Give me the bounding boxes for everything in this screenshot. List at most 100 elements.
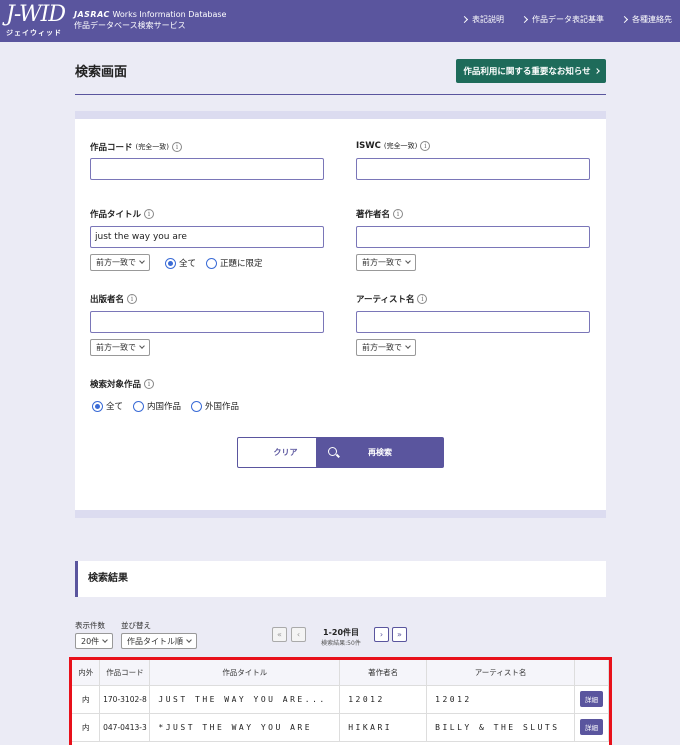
radio-target-foreign[interactable]: 外国作品 bbox=[191, 400, 239, 412]
chevron-right-icon bbox=[520, 15, 529, 24]
author-input[interactable] bbox=[356, 226, 590, 248]
publisher-input[interactable] bbox=[90, 311, 324, 333]
chevron-right-icon bbox=[460, 15, 469, 24]
work-code-input[interactable] bbox=[90, 158, 324, 180]
radio-unchecked-icon bbox=[133, 400, 145, 412]
chevron-down-icon bbox=[405, 258, 411, 264]
info-icon[interactable]: i bbox=[144, 379, 155, 389]
brand-line1: Works Information Database bbox=[112, 10, 227, 19]
cell-artist: 12012 bbox=[426, 685, 575, 714]
per-page-label: 表示件数 bbox=[75, 621, 105, 630]
work-title-label: 作品タイトル i bbox=[90, 208, 155, 220]
work-code-label: 作品コード (完全一致) i bbox=[90, 141, 182, 153]
chevron-right-icon bbox=[620, 15, 629, 24]
cell-work-title: *JUST THE WAY YOU ARE bbox=[149, 713, 341, 742]
table-row[interactable]: 内 170-3102-8 JUST THE WAY YOU ARE... 120… bbox=[72, 685, 610, 714]
chevron-down-icon bbox=[102, 636, 109, 643]
chevron-left-icon: ‹ bbox=[296, 630, 301, 639]
search-icon bbox=[328, 447, 337, 456]
double-chevron-left-icon: « bbox=[277, 630, 282, 639]
radio-title-all[interactable]: 全て bbox=[165, 257, 196, 269]
cell-origin: 内 bbox=[72, 685, 101, 714]
info-icon[interactable]: i bbox=[417, 294, 428, 304]
author-label: 著作者名 i bbox=[356, 208, 404, 220]
last-page-button[interactable]: » bbox=[392, 627, 407, 642]
col-work-title[interactable]: 作品タイトル bbox=[149, 660, 341, 686]
cell-work-title: JUST THE WAY YOU ARE... bbox=[149, 685, 341, 714]
artist-match-select[interactable]: 前方一致で bbox=[356, 339, 416, 356]
publisher-label: 出版者名 i bbox=[90, 293, 138, 305]
work-title-match-select[interactable]: 前方一致で bbox=[90, 254, 150, 271]
research-button[interactable]: 再検索 bbox=[316, 437, 444, 468]
iswc-label: ISWC (完全一致) i bbox=[356, 141, 431, 151]
cell-work-code: 047-0413-3 bbox=[99, 713, 151, 742]
radio-target-all[interactable]: 全て bbox=[92, 400, 123, 412]
page-title: 検索画面 bbox=[75, 65, 128, 80]
cell-author: 12012 bbox=[339, 685, 428, 714]
double-chevron-right-icon: » bbox=[397, 630, 402, 639]
publisher-match-select[interactable]: 前方一致で bbox=[90, 339, 150, 356]
cell-artist: BILLY & THE SLUTS bbox=[426, 713, 575, 742]
col-author[interactable]: 著作者名 bbox=[339, 660, 428, 686]
chevron-right-icon: › bbox=[379, 630, 384, 639]
radio-unchecked-icon bbox=[191, 400, 203, 412]
nav-item-contacts[interactable]: 各種連絡先 bbox=[620, 14, 672, 25]
info-icon[interactable]: i bbox=[144, 209, 155, 219]
next-page-button[interactable]: › bbox=[374, 627, 389, 642]
cell-origin: 内 bbox=[72, 713, 101, 742]
target-works-radios: 全て 内国作品 外国作品 bbox=[92, 400, 239, 412]
radio-unchecked-icon bbox=[206, 257, 218, 269]
results-table: 内外 作品コード 作品タイトル 著作者名 アーティスト名 内 170-3102-… bbox=[72, 660, 610, 742]
detail-button[interactable]: 詳細 bbox=[579, 719, 603, 735]
prev-page-button[interactable]: ‹ bbox=[291, 627, 306, 642]
chevron-down-icon bbox=[139, 343, 145, 349]
header-nav: 表記説明 作品データ表記基準 各種連絡先 bbox=[460, 14, 672, 25]
jasrac-logo: JASRAC bbox=[74, 10, 110, 19]
radio-target-domestic[interactable]: 内国作品 bbox=[133, 400, 181, 412]
brand-line2: 作品データベース検索サービス bbox=[74, 21, 186, 30]
cell-author: HIKARI bbox=[339, 713, 428, 742]
col-action bbox=[574, 660, 610, 686]
brand-block: JASRAC Works Information Database 作品データベ… bbox=[74, 9, 226, 31]
artist-label: アーティスト名 i bbox=[356, 293, 428, 305]
info-icon[interactable]: i bbox=[420, 141, 431, 151]
first-page-button[interactable]: « bbox=[272, 627, 287, 642]
target-works-label: 検索対象作品 i bbox=[90, 378, 155, 390]
per-page-select[interactable]: 20件 bbox=[75, 633, 114, 649]
jwid-logo[interactable]: J-WID ジェイウィッド bbox=[6, 4, 68, 38]
cell-work-code: 170-3102-8 bbox=[99, 685, 151, 714]
logo-subtext: ジェイウィッド bbox=[6, 29, 62, 37]
page-range-text: 1-20件目 bbox=[322, 628, 360, 637]
nav-item-notation[interactable]: 表記説明 bbox=[460, 14, 504, 25]
chevron-right-icon bbox=[593, 68, 600, 74]
chevron-down-icon bbox=[186, 636, 192, 643]
author-match-select[interactable]: 前方一致で bbox=[356, 254, 416, 271]
detail-button[interactable]: 詳細 bbox=[579, 691, 603, 707]
radio-checked-icon bbox=[92, 400, 103, 412]
nav-item-data-standards[interactable]: 作品データ表記基準 bbox=[520, 14, 604, 25]
iswc-input[interactable] bbox=[356, 158, 590, 180]
title-divider bbox=[75, 94, 606, 95]
info-icon[interactable]: i bbox=[393, 209, 404, 219]
chevron-down-icon bbox=[139, 258, 145, 264]
sort-select[interactable]: 作品タイトル順 bbox=[121, 633, 197, 649]
results-heading: 検索結果 bbox=[75, 561, 606, 597]
col-work-code[interactable]: 作品コード bbox=[99, 660, 151, 686]
table-row[interactable]: 内 047-0413-3 *JUST THE WAY YOU ARE HIKAR… bbox=[72, 713, 610, 742]
col-origin[interactable]: 内外 bbox=[72, 660, 101, 686]
col-artist[interactable]: アーティスト名 bbox=[426, 660, 575, 686]
chevron-down-icon bbox=[405, 343, 411, 349]
important-notice-button[interactable]: 作品利用に関する重要なお知らせ bbox=[456, 59, 606, 83]
work-title-scope-radios: 全て 正題に限定 bbox=[165, 257, 263, 269]
logo-text: J-WID bbox=[6, 2, 66, 27]
page-range: 1-20件目 検索結果:50件 bbox=[315, 627, 367, 647]
artist-input[interactable] bbox=[356, 311, 590, 333]
info-icon[interactable]: i bbox=[171, 142, 182, 152]
table-header-row: 内外 作品コード 作品タイトル 著作者名 アーティスト名 bbox=[72, 660, 610, 686]
result-count: 検索結果:50件 bbox=[321, 640, 361, 647]
radio-checked-icon bbox=[165, 257, 176, 269]
work-title-input[interactable]: just the way you are bbox=[90, 226, 324, 248]
radio-title-main-only[interactable]: 正題に限定 bbox=[206, 257, 263, 269]
info-icon[interactable]: i bbox=[127, 294, 138, 304]
results-table-highlight: 内外 作品コード 作品タイトル 著作者名 アーティスト名 内 170-3102-… bbox=[69, 657, 612, 745]
